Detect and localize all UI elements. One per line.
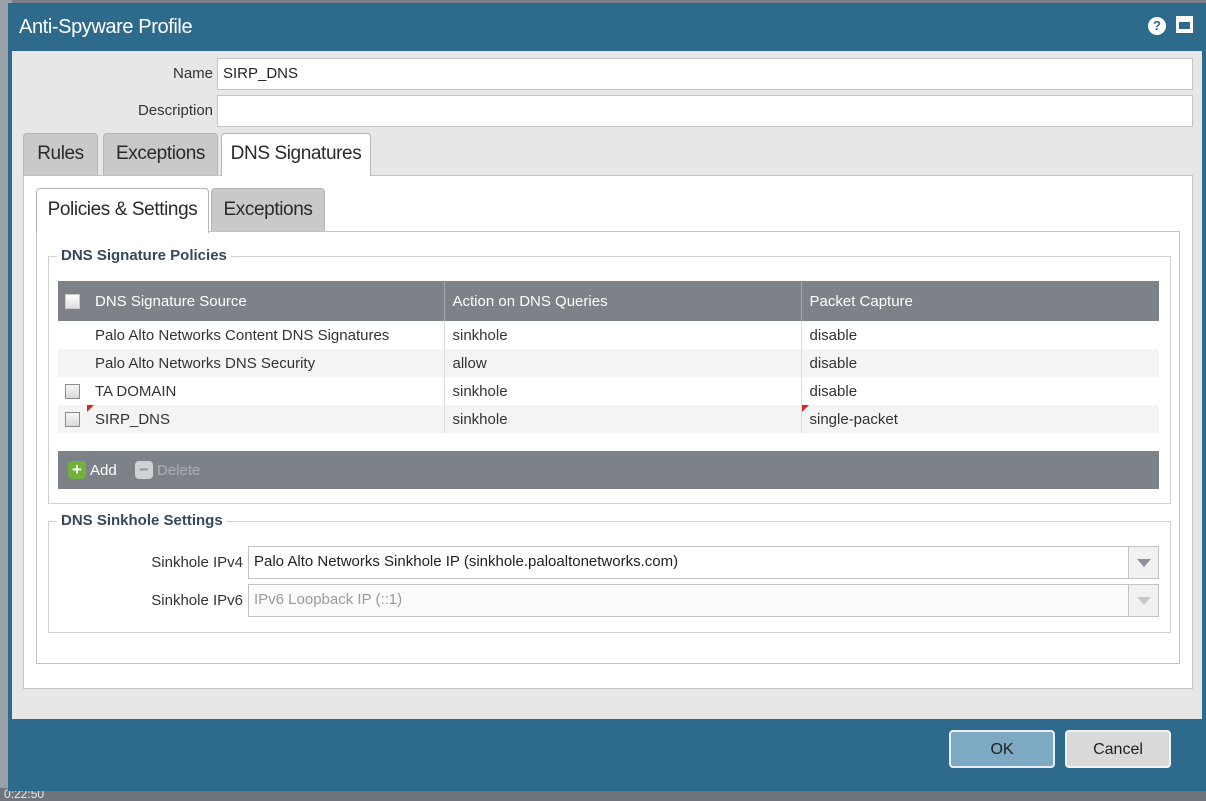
delete-button[interactable]: − Delete	[135, 461, 200, 479]
tab-rules[interactable]: Rules	[23, 133, 98, 175]
packet-capture-cell[interactable]: disable	[801, 377, 1159, 405]
policies-settings-panel: DNS Signature Policies DNS Signature Sou…	[36, 231, 1180, 664]
sinkhole-ipv6-select[interactable]: IPv6 Loopback IP (::1)	[248, 584, 1159, 617]
action-cell[interactable]: sinkhole	[444, 405, 802, 433]
column-header-packet-capture[interactable]: Packet Capture	[801, 281, 1159, 321]
dns-sinkhole-settings-legend: DNS Sinkhole Settings	[57, 512, 227, 529]
plus-icon: +	[68, 461, 86, 479]
table-row[interactable]: Palo Alto Networks DNS Security allow di…	[58, 349, 1159, 377]
column-header-source[interactable]: DNS Signature Source	[87, 281, 445, 321]
dns-signature-policies-table: DNS Signature Source Action on DNS Queri…	[58, 281, 1159, 433]
tab-dns-signatures[interactable]: DNS Signatures	[221, 133, 371, 176]
table-row[interactable]: TA DOMAIN sinkhole disable	[58, 377, 1159, 405]
sinkhole-ipv4-value: Palo Alto Networks Sinkhole IP (sinkhole…	[254, 553, 679, 570]
ok-button[interactable]: OK	[949, 730, 1055, 768]
packet-capture-cell[interactable]: disable	[801, 349, 1159, 377]
dialog-titlebar[interactable]: Anti-Spyware Profile ?	[8, 3, 1206, 51]
table-row[interactable]: Palo Alto Networks Content DNS Signature…	[58, 321, 1159, 349]
name-field[interactable]: SIRP_DNS	[217, 58, 1193, 90]
source-cell: TA DOMAIN	[87, 377, 445, 405]
action-cell[interactable]: sinkhole	[444, 321, 802, 349]
select-all-checkbox[interactable]	[65, 294, 80, 310]
table-toolbar: + Add − Delete	[58, 451, 1159, 489]
table-row[interactable]: SIRP_DNS sinkhole single-packet	[58, 405, 1159, 433]
source-cell: Palo Alto Networks Content DNS Signature…	[87, 321, 445, 349]
row-select-cell	[58, 349, 87, 377]
add-button[interactable]: + Add	[68, 461, 117, 479]
tab-exceptions[interactable]: Exceptions	[103, 133, 218, 175]
packet-capture-cell[interactable]: disable	[801, 321, 1159, 349]
help-icon[interactable]: ?	[1148, 17, 1166, 35]
maximize-icon[interactable]	[1176, 16, 1193, 33]
dns-sinkhole-settings-group: DNS Sinkhole Settings Sinkhole IPv4 Palo…	[48, 512, 1171, 633]
description-field[interactable]	[217, 95, 1193, 127]
source-text: SIRP_DNS	[95, 410, 171, 428]
capture-text: single-packet	[809, 410, 898, 428]
row-select-cell	[58, 377, 87, 405]
delete-label: Delete	[157, 461, 201, 479]
dialog-title: Anti-Spyware Profile	[19, 16, 193, 38]
row-select-cell	[58, 321, 87, 349]
row-checkbox[interactable]	[65, 384, 80, 400]
sinkhole-ipv4-label: Sinkhole IPv4	[151, 554, 243, 571]
minus-icon: −	[135, 461, 153, 479]
cancel-button[interactable]: Cancel	[1065, 730, 1171, 768]
chevron-down-icon[interactable]	[1128, 547, 1158, 578]
name-label: Name	[172, 65, 213, 82]
add-label: Add	[90, 461, 117, 479]
sinkhole-ipv4-select[interactable]: Palo Alto Networks Sinkhole IP (sinkhole…	[248, 546, 1159, 579]
modified-flag-icon	[87, 405, 94, 412]
row-checkbox[interactable]	[65, 412, 80, 428]
select-all-header	[58, 281, 87, 321]
description-label: Description	[137, 102, 213, 119]
sinkhole-ipv6-label: Sinkhole IPv6	[151, 592, 243, 609]
sinkhole-ipv6-value: IPv6 Loopback IP (::1)	[254, 591, 403, 608]
source-cell: Palo Alto Networks DNS Security	[87, 349, 445, 377]
table-header-row: DNS Signature Source Action on DNS Queri…	[58, 281, 1159, 321]
subtab-exceptions[interactable]: Exceptions	[211, 188, 325, 232]
source-cell: SIRP_DNS	[87, 405, 445, 433]
packet-capture-cell[interactable]: single-packet	[801, 405, 1159, 433]
row-select-cell	[58, 405, 87, 433]
action-cell[interactable]: sinkhole	[444, 377, 802, 405]
subtab-policies-settings[interactable]: Policies & Settings	[36, 188, 209, 233]
chevron-down-icon[interactable]	[1128, 585, 1158, 616]
dns-signature-policies-group: DNS Signature Policies DNS Signature Sou…	[48, 247, 1171, 504]
column-header-action[interactable]: Action on DNS Queries	[444, 281, 802, 321]
anti-spyware-profile-dialog: Anti-Spyware Profile ? Name SIRP_DNS Des…	[8, 3, 1206, 791]
dialog-body: Name SIRP_DNS Description Rules Exceptio…	[12, 51, 1202, 719]
action-cell[interactable]: allow	[444, 349, 802, 377]
dns-signature-policies-legend: DNS Signature Policies	[57, 247, 231, 264]
modified-flag-icon	[801, 405, 809, 412]
dns-signatures-panel: Policies & Settings Exceptions DNS Signa…	[23, 175, 1193, 689]
